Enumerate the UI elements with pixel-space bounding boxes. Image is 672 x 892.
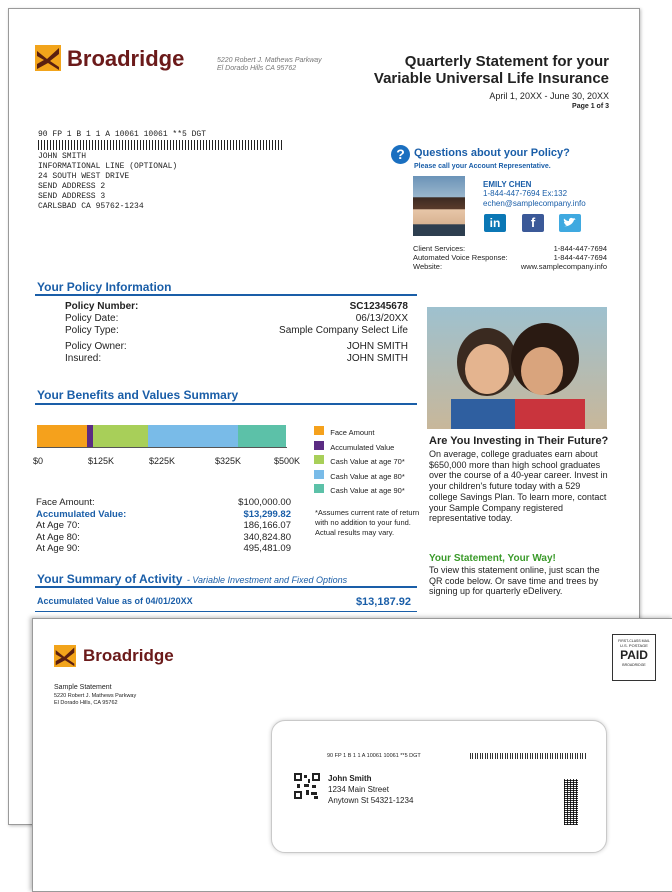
benefits-heading: Your Benefits and Values Summary [37,388,239,402]
bar-segment-age-90 [238,425,286,447]
bar-segment-age-70 [93,425,148,447]
question-icon: ? [391,145,410,164]
bar-segment-age-80 [148,425,238,447]
legend-item: Cash Value at age 70* [314,455,405,470]
promo-body-2: To view this statement online, just scan… [429,565,600,597]
policy-row: Insured: JOHN SMITH [65,353,408,364]
recipient-address-1: 1234 Main Street [328,785,389,794]
contact-row: Client Services: 1-844-447-7694 [413,244,607,253]
legend-item: Cash Value at age 90* [314,484,405,499]
broadridge-tree-icon [35,45,61,71]
legend-item: Face Amount [314,426,405,441]
sender-name: Sample Statement [54,684,112,691]
qr-code-icon [294,773,320,799]
envelope-postal-barcode [470,753,586,759]
postage-indicia: FIRST-CLASS MAIL U.S. POSTAGE PAID BROAD… [612,634,656,681]
rep-email[interactable]: echen@samplecompany.info [483,199,586,208]
contact-row: Automated Voice Response: 1-844-447-7694 [413,253,607,262]
statement-title-1: Quarterly Statement for your [404,53,609,70]
facebook-icon[interactable]: f [522,214,544,232]
rep-photo [413,176,465,236]
children-photo [427,307,607,429]
mailing-line: CARLSBAD CA 95762-1234 [38,202,144,211]
recipient-name: John Smith [328,774,372,783]
mailing-line: INFORMATIONAL LINE (OPTIONAL) [38,162,178,171]
axis-tick: $0 [33,456,44,466]
policy-table: Policy Number: SC12345678 Policy Date: 06/… [65,301,408,365]
axis-tick: $325K [215,456,242,466]
values-row: Accumulated Value: $13,299.82 [36,508,291,520]
questions-subtitle: Please call your Account Representative. [414,163,551,170]
mailing-line: JOHN SMITH [38,152,87,161]
linkedin-icon[interactable]: in [484,214,506,232]
rep-name: EMILY CHEN [483,180,532,189]
datamatrix-code [564,779,578,825]
promo-body: On average, college graduates earn about… [429,449,608,524]
envelope-brand-name: Broadridge [83,646,174,665]
legend-swatch [314,484,324,493]
statement-period: April 1, 20XX - June 30, 20XX [489,91,609,101]
mailing-line: SEND ADDRESS 3 [38,192,106,201]
brand-address-1: 5220 Robert J. Mathews Parkway [217,57,322,64]
questions-title: Questions about your Policy? [414,147,570,159]
policy-row: Policy Type: Sample Company Select Life [65,325,408,336]
mail-barcode-line: 90 FP 1 B 1 1 A 10061 10061 **5 DGT [38,130,207,139]
promo-title: Are You Investing in Their Future? [429,435,609,447]
envelope: Broadridge Sample Statement 5220 Robert … [32,618,672,892]
policy-heading: Your Policy Information [37,280,172,294]
contact-list: Client Services: 1-844-447-7694 Automated… [413,244,607,271]
benefits-rule [35,403,417,405]
values-row: Face Amount: $100,000.00 [36,497,291,508]
axis-tick: $500K [274,456,301,466]
values-row: At Age 90: 495,481.09 [36,543,291,554]
mailing-line: SEND ADDRESS 2 [38,182,106,191]
values-row: At Age 70: 186,166.07 [36,520,291,531]
legend-swatch [314,469,324,479]
axis-tick: $125K [88,456,115,466]
statement-title-2: Variable Universal Life Insurance [373,70,609,87]
contact-row: Website: www.samplecompany.info [413,262,607,271]
policy-row: Policy Date: 06/13/20XX [65,313,408,324]
twitter-icon[interactable] [559,214,581,232]
sender-address-2: El Dorado Hills, CA 95762 [54,700,118,706]
promo-title-2: Your Statement, Your Way! [429,553,556,564]
brand-name: Broadridge [67,46,185,71]
legend-swatch [314,440,324,450]
envelope-barcode-line: 90 FP 1 B 1 1 A 10061 10061 **5 DGT [327,753,421,759]
broadridge-tree-icon [54,645,76,667]
axis-tick: $225K [149,456,176,466]
mailing-line: 24 SOUTH WEST DRIVE [38,172,130,181]
recipient-address-2: Anytown St 54321-1234 [328,796,414,805]
rep-phone[interactable]: 1-844-447-7694 Ex:132 [483,189,567,198]
legend-item: Accumulated Value [314,440,405,456]
legend-swatch [314,426,324,435]
activity-rule-bottom [35,611,417,612]
policy-row: Policy Number: SC12345678 [65,301,408,312]
values-table: Face Amount: $100,000.00 Accumulated Valu… [36,497,291,555]
legend-item: Cash Value at age 80* [314,469,405,485]
values-bar [37,425,287,447]
mailing-address: JOHN SMITH INFORMATIONAL LINE (OPTIONAL)… [38,152,177,212]
activity-row: Accumulated Value as of 04/01/20XX $13,1… [37,596,411,608]
bar-segment-face-amount [37,425,87,447]
page-number: Page 1 of 3 [572,103,609,110]
policy-row: Policy Owner: JOHN SMITH [65,341,408,352]
legend-swatch [314,455,324,464]
activity-rule [35,586,417,588]
address-window: 90 FP 1 B 1 1 A 10061 10061 **5 DGT John… [271,720,607,853]
policy-rule [35,294,417,296]
axis-line [37,447,287,448]
brand-address-2: El Dorado Hills CA 95762 [217,65,297,72]
values-row: At Age 80: 340,824.80 [36,531,291,543]
chart-legend: Face Amount Accumulated Value Cash Value… [314,426,405,499]
sender-address-1: 5220 Robert J. Mathews Parkway [54,693,137,699]
assumption-note: *Assumes current rate of return with no … [315,508,420,537]
postal-barcode [38,140,283,150]
